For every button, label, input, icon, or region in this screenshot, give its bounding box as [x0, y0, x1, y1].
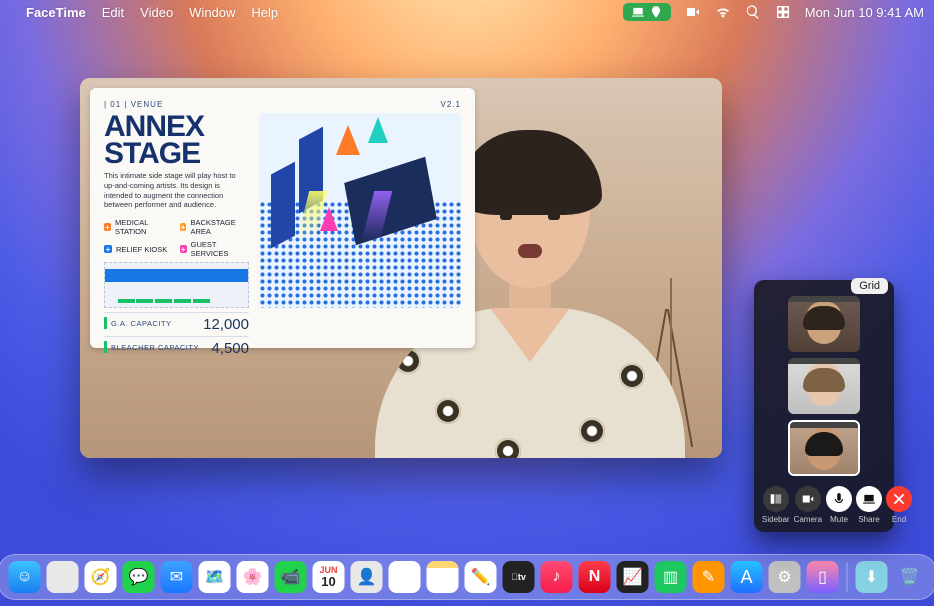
- dock-freeform[interactable]: ✏️: [465, 561, 497, 593]
- control-center-icon[interactable]: [775, 4, 791, 20]
- dock-numbers[interactable]: ▥: [655, 561, 687, 593]
- spotlight-icon[interactable]: [745, 4, 761, 20]
- end-button[interactable]: End: [886, 486, 912, 524]
- menu-video[interactable]: Video: [140, 5, 173, 20]
- dock-pages[interactable]: ✎: [693, 561, 725, 593]
- dock-music[interactable]: ♪: [541, 561, 573, 593]
- participant-thumb-1[interactable]: [788, 296, 860, 352]
- dock-appstore[interactable]: A: [731, 561, 763, 593]
- stat-bleacher: BLEACHER CAPACITY 4,500: [104, 336, 249, 360]
- dock-contacts[interactable]: 👤: [351, 561, 383, 593]
- card-iso-illustration: [259, 113, 461, 308]
- card-tab-left: | 01 | VENUE: [104, 100, 163, 109]
- dock-mail[interactable]: ✉︎: [161, 561, 193, 593]
- wifi-icon[interactable]: [715, 4, 731, 20]
- stat-ga: G.A. CAPACITY 12,000: [104, 312, 249, 336]
- menubar-app-name[interactable]: FaceTime: [26, 5, 86, 20]
- card-tab-right: V2.1: [441, 100, 461, 109]
- dock-photos[interactable]: 🌸: [237, 561, 269, 593]
- dock-stocks[interactable]: 📈: [617, 561, 649, 593]
- dock-tv[interactable]: tv: [503, 561, 535, 593]
- dock-safari[interactable]: 🧭: [85, 561, 117, 593]
- dock-notes[interactable]: [427, 561, 459, 593]
- dock-downloads[interactable]: ⬇︎: [856, 561, 888, 593]
- grid-toggle[interactable]: Grid: [851, 278, 888, 294]
- menu-help[interactable]: Help: [251, 5, 278, 20]
- dock-settings[interactable]: ⚙︎: [769, 561, 801, 593]
- card-legend: MEDICAL STATION BACKSTAGE AREA RELIEF KI…: [104, 218, 249, 258]
- dock-cal-day: 10: [321, 575, 335, 588]
- dock-separator: [847, 562, 848, 592]
- dock: ☺ 🧭 💬 ✉︎ 🗺️ 🌸 📹 JUN10 👤 ✏️ tv ♪ N 📈 ▥ ✎…: [0, 554, 934, 600]
- camera-button[interactable]: Camera: [794, 486, 822, 524]
- dock-calendar[interactable]: JUN10: [313, 561, 345, 593]
- dock-trash[interactable]: 🗑️: [894, 561, 926, 593]
- facetime-panel[interactable]: Grid Sidebar Camera Mute Share End: [754, 280, 894, 532]
- menubar-clock[interactable]: Mon Jun 10 9:41 AM: [805, 5, 924, 20]
- sidebar-button[interactable]: Sidebar: [762, 486, 790, 524]
- menubar: FaceTime Edit Video Window Help Mon Jun …: [0, 0, 934, 24]
- menu-edit[interactable]: Edit: [102, 5, 124, 20]
- dock-maps[interactable]: 🗺️: [199, 561, 231, 593]
- dock-iphone-mirroring[interactable]: ▯: [807, 561, 839, 593]
- dock-reminders[interactable]: [389, 561, 421, 593]
- dock-news[interactable]: N: [579, 561, 611, 593]
- screenshare-status-pill[interactable]: [623, 3, 671, 21]
- card-mini-diagram: [104, 262, 249, 308]
- dock-messages[interactable]: 💬: [123, 561, 155, 593]
- participant-thumb-2[interactable]: [788, 358, 860, 414]
- card-description: This intimate side stage will play host …: [104, 171, 249, 210]
- dock-facetime[interactable]: 📹: [275, 561, 307, 593]
- share-button[interactable]: Share: [856, 486, 882, 524]
- mute-button[interactable]: Mute: [826, 486, 852, 524]
- dock-finder[interactable]: ☺: [9, 561, 41, 593]
- self-view-thumb[interactable]: [788, 420, 860, 476]
- screenshare-window[interactable]: | 01 | VENUE V2.1 ANNEXSTAGE This intima…: [80, 78, 722, 458]
- card-title: ANNEXSTAGE: [104, 113, 249, 167]
- menu-window[interactable]: Window: [189, 5, 235, 20]
- dock-launchpad[interactable]: [47, 561, 79, 593]
- facetime-status-icon[interactable]: [685, 4, 701, 20]
- presentation-card: | 01 | VENUE V2.1 ANNEXSTAGE This intima…: [90, 88, 475, 348]
